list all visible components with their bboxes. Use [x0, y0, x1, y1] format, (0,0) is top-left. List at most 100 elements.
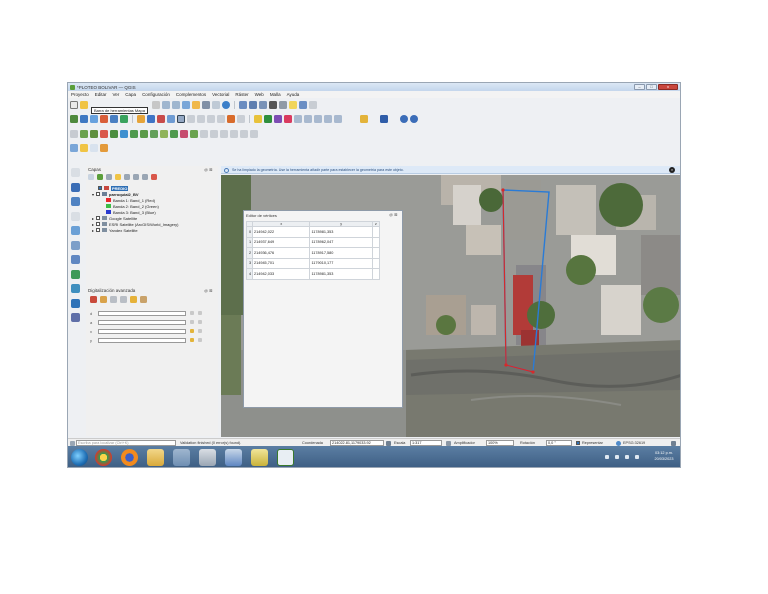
locator-search-input[interactable]: Escriba para localizar (Ctrl+K)	[76, 440, 176, 446]
add-polygon-icon[interactable]	[157, 114, 165, 123]
vertex-marker[interactable]	[501, 188, 505, 192]
network-app-icon[interactable]	[225, 449, 242, 466]
table-row[interactable]: 2 214936,476 1178917,580	[246, 247, 381, 259]
repeat-icon[interactable]	[198, 311, 202, 315]
menu-configuracion[interactable]: Configuración	[142, 91, 170, 98]
cell-z[interactable]	[371, 226, 381, 238]
globe-icon[interactable]	[616, 440, 621, 446]
zoom-full-icon[interactable]	[182, 100, 190, 109]
system-clock[interactable]: 03:12 p.m. 20/03/2023	[648, 450, 680, 462]
offset-icon[interactable]	[110, 129, 118, 138]
undo-icon[interactable]	[227, 114, 235, 123]
app-window-icon[interactable]	[173, 449, 190, 466]
floater-icon[interactable]	[140, 296, 147, 303]
layer-row-yandex[interactable]: ▸ Yandex Satellite	[90, 227, 216, 233]
pan-icon[interactable]	[70, 100, 78, 109]
add-wcs-layer-icon[interactable]	[71, 284, 80, 293]
label-tool-icon[interactable]	[324, 114, 332, 123]
repeat-icon[interactable]	[198, 329, 202, 333]
menu-editar[interactable]: Editar	[95, 91, 107, 98]
snap-angle-icon[interactable]	[130, 296, 137, 303]
construction-icon[interactable]	[100, 296, 107, 303]
save-edits-icon[interactable]	[147, 114, 155, 123]
zoom-out-icon[interactable]	[172, 100, 180, 109]
delete-part-icon[interactable]	[160, 129, 168, 138]
distance-field[interactable]	[98, 310, 186, 316]
copy-features-icon[interactable]	[207, 114, 215, 123]
paste-features-icon[interactable]	[217, 114, 225, 123]
remove-layer-icon[interactable]	[151, 174, 157, 180]
layer-checkbox[interactable]	[96, 222, 100, 226]
deselect-icon[interactable]	[90, 143, 98, 152]
cell-y[interactable]: 1179010,177	[309, 257, 373, 269]
add-wfs-icon[interactable]	[120, 114, 128, 123]
zoom-in-icon[interactable]	[162, 100, 170, 109]
layers-dock-buttons[interactable]: @ ⊠	[204, 167, 213, 172]
cut-features-icon[interactable]	[197, 114, 205, 123]
cell-y[interactable]: 1178962,047	[309, 236, 373, 248]
vertex-tool-icon[interactable]	[167, 114, 175, 123]
add-wms-layer-icon[interactable]	[71, 269, 80, 279]
delete-ring-icon[interactable]	[150, 129, 158, 138]
annotation-icon[interactable]	[289, 100, 297, 109]
add-raster-icon[interactable]	[90, 114, 98, 123]
align-icon[interactable]	[210, 129, 218, 138]
qgis-taskbar-icon[interactable]	[277, 449, 294, 466]
field-calculator-icon[interactable]	[259, 100, 267, 109]
rectangle-icon[interactable]	[250, 129, 258, 138]
x-coordinate-field[interactable]	[98, 328, 186, 334]
cell-z[interactable]	[371, 268, 381, 280]
add-ring-icon[interactable]	[130, 129, 138, 138]
zoom-select-icon[interactable]	[410, 114, 418, 123]
table-row[interactable]: 3 214945,701 1179010,177	[246, 257, 381, 269]
volume-icon[interactable]	[635, 455, 639, 459]
redo-icon[interactable]	[237, 114, 245, 123]
select-by-expression-icon[interactable]	[100, 143, 108, 152]
add-delimited-icon[interactable]	[100, 114, 108, 123]
add-mesh-layer-icon[interactable]	[71, 197, 80, 206]
map-tips-icon[interactable]	[299, 100, 307, 109]
chrome-icon[interactable]	[95, 449, 112, 466]
add-wfs-layer-icon[interactable]	[71, 298, 80, 308]
rotation-field[interactable]: 0,0 °	[546, 440, 572, 446]
cell-x[interactable]: 214942,022	[251, 226, 311, 238]
menu-ver[interactable]: Ver	[113, 91, 120, 98]
manage-visibility-icon[interactable]	[106, 174, 112, 180]
perpendicular-icon[interactable]	[120, 296, 127, 303]
plugin-icon[interactable]	[380, 114, 388, 123]
text-annotation-icon[interactable]	[309, 100, 317, 109]
cell-x[interactable]: 214942,033	[251, 268, 311, 280]
menu-vectorial[interactable]: Vectorial	[212, 91, 229, 98]
tools-app-icon[interactable]	[251, 449, 268, 466]
snapping-icon[interactable]	[70, 129, 78, 138]
y-coordinate-field[interactable]	[98, 337, 186, 343]
layer-checkbox[interactable]	[96, 216, 100, 220]
coordinate-field[interactable]: 214022.81,1179033.92	[330, 440, 384, 446]
show-hide-label-icon[interactable]	[274, 114, 282, 123]
diagram-icon[interactable]	[314, 114, 322, 123]
control-panel-icon[interactable]	[199, 449, 216, 466]
repeat-icon[interactable]	[198, 338, 202, 342]
data-source-icon[interactable]	[70, 114, 78, 123]
reshape-icon[interactable]	[100, 129, 108, 138]
vertex-marker[interactable]	[531, 370, 535, 374]
magnifier-field[interactable]: 100%	[486, 440, 514, 446]
cell-z[interactable]	[371, 236, 381, 248]
minimize-button[interactable]: –	[634, 84, 645, 90]
angle-field[interactable]	[98, 319, 186, 325]
simplify-icon[interactable]	[170, 129, 178, 138]
menu-ayuda[interactable]: Ayuda	[287, 91, 300, 98]
attribute-table-icon[interactable]	[249, 100, 257, 109]
menu-raster[interactable]: Ráster	[235, 91, 248, 98]
zoom-last-icon[interactable]	[202, 100, 210, 109]
add-spatialite-icon[interactable]	[71, 226, 80, 235]
menu-capa[interactable]: Capa	[125, 91, 136, 98]
extents-toggle-icon[interactable]	[386, 440, 391, 446]
rotate-feature-icon[interactable]	[180, 129, 188, 138]
filter-expression-icon[interactable]	[124, 174, 130, 180]
table-row[interactable]: 1 214937,649 1178962,047	[246, 236, 381, 248]
pencil-icon[interactable]	[137, 114, 145, 123]
tray-flag-icon[interactable]	[615, 455, 619, 459]
split-icon[interactable]	[80, 129, 88, 138]
add-vector-layer-icon[interactable]	[71, 168, 80, 177]
